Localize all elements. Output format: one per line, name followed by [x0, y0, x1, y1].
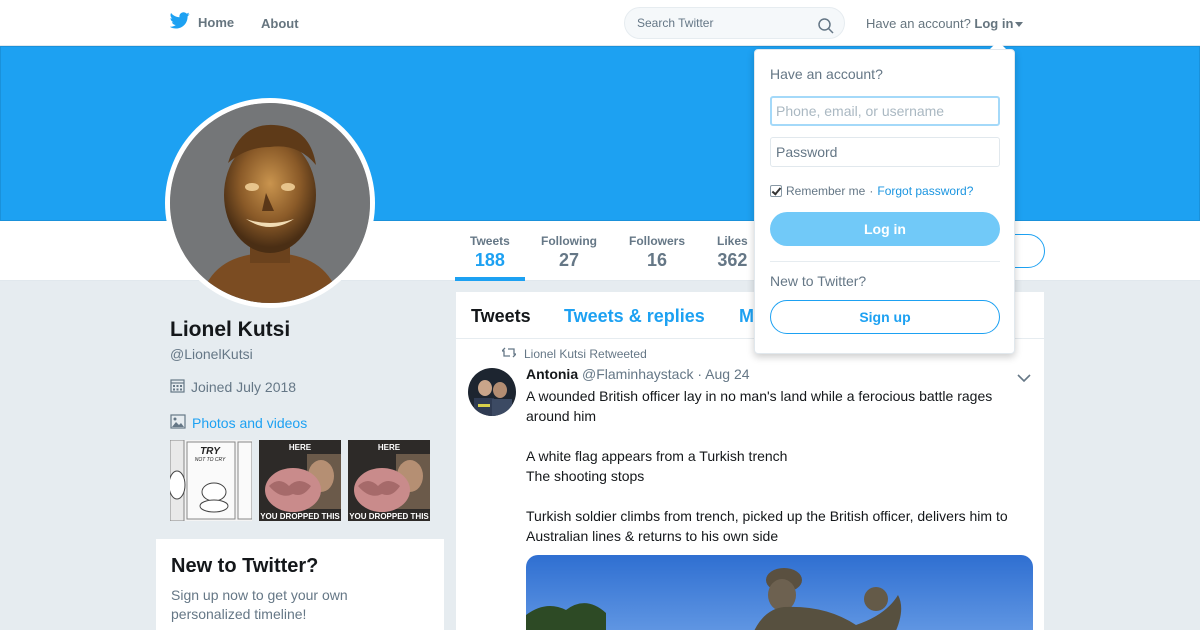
stat-value: 16: [646, 250, 668, 270]
photo-thumbnail[interactable]: TRY NOT TO CRY: [170, 440, 252, 521]
stat-followers[interactable]: Followers 16: [629, 234, 685, 271]
stat-label: Following: [541, 234, 597, 248]
search-placeholder: Search Twitter: [637, 16, 714, 30]
thumb-caption: HERE: [378, 443, 401, 452]
dropdown-arrow: [990, 41, 1006, 49]
caret-down-icon: [1015, 22, 1024, 28]
avatar-image: [170, 103, 370, 303]
stat-label: Tweets: [470, 234, 510, 248]
about-link[interactable]: About: [261, 16, 299, 31]
module-title: New to Twitter?: [171, 555, 319, 577]
tab-tweets[interactable]: Tweets: [471, 306, 531, 327]
home-label: Home: [198, 14, 235, 30]
tweet-text-line: Turkish soldier climbs from trench, pick…: [526, 508, 1008, 544]
retweet-context: Lionel Kutsi Retweeted: [500, 347, 647, 361]
thumb-caption: HERE: [289, 443, 312, 452]
module-text: Sign up now to get your own personalized…: [171, 587, 348, 622]
retweet-icon: [500, 347, 518, 361]
login-button[interactable]: Log in: [770, 212, 1000, 246]
thumb-caption: YOU DROPPED THIS: [349, 512, 429, 521]
login-label: Log in: [974, 16, 1014, 31]
stat-tweets[interactable]: Tweets 188: [470, 234, 510, 271]
tweet-text-line: [526, 426, 1026, 446]
new-to-twitter-module: New to Twitter? Sign up now to get your …: [156, 539, 444, 630]
dropdown-title: Have an account?: [770, 66, 883, 82]
remember-me-row: Remember me · Forgot password?: [770, 184, 973, 198]
divider: [770, 261, 1000, 262]
tweet-author-avatar[interactable]: [468, 368, 516, 416]
tweet-text-line: A white flag appears from a Turkish tren…: [526, 448, 788, 464]
calendar-icon: [170, 378, 185, 396]
photo-thumbnail[interactable]: HERE YOU DROPPED THIS: [259, 440, 341, 521]
tab-media[interactable]: M: [739, 306, 754, 327]
thumb-caption: NOT TO CRY: [195, 457, 226, 463]
stat-label: Likes: [717, 234, 748, 248]
thumb-caption: TRY: [200, 446, 221, 457]
password-placeholder: Password: [776, 144, 838, 160]
profile-avatar[interactable]: [165, 98, 375, 308]
stat-value: 188: [474, 250, 505, 270]
tweet-author-name[interactable]: Antonia: [526, 366, 578, 382]
stat-value: 362: [717, 250, 748, 270]
joined-date: Joined July 2018: [170, 378, 296, 396]
profile-handle[interactable]: @LionelKutsi: [170, 346, 253, 362]
home-link[interactable]: Home: [169, 12, 235, 32]
new-to-twitter-label: New to Twitter?: [770, 273, 867, 289]
thumb-caption: YOU DROPPED THIS: [260, 512, 340, 521]
active-stat-indicator: [455, 277, 525, 281]
stat-following[interactable]: Following 27: [541, 234, 597, 271]
search-input[interactable]: Search Twitter: [624, 7, 845, 39]
forgot-password-link[interactable]: Forgot password?: [877, 184, 973, 198]
tweet-media-image[interactable]: [526, 555, 1033, 630]
tweet-text-line: The shooting stops: [526, 468, 645, 484]
tweet-text: A wounded British officer lay in no man'…: [526, 386, 1026, 546]
twitter-bird-icon: [169, 12, 190, 32]
stat-value: 27: [558, 250, 580, 270]
separator-dot: ·: [869, 184, 874, 198]
tweet-header: Antonia @Flaminhaystack · Aug 24: [526, 366, 750, 382]
login-menu-toggle[interactable]: Have an account? Log in: [866, 16, 1024, 31]
image-icon: [170, 414, 186, 432]
have-account-text: Have an account?: [866, 16, 971, 31]
login-dropdown: Have an account? Phone, email, or userna…: [754, 49, 1015, 354]
remember-me-checkbox[interactable]: [770, 185, 782, 197]
profile-name: Lionel Kutsi: [170, 318, 291, 341]
photos-label: Photos and videos: [192, 415, 308, 431]
stat-label: Followers: [629, 234, 686, 248]
tweet-text-line: [526, 486, 1026, 506]
search-icon[interactable]: [818, 15, 834, 45]
remember-me-label[interactable]: Remember me: [786, 184, 865, 198]
tab-tweets-and-replies[interactable]: Tweets & replies: [564, 306, 705, 327]
tweet-date[interactable]: · Aug 24: [697, 366, 749, 382]
photo-thumbnail[interactable]: HERE YOU DROPPED THIS: [348, 440, 430, 521]
signup-button[interactable]: Sign up: [770, 300, 1000, 334]
joined-text: Joined July 2018: [191, 379, 297, 395]
top-navigation: Home About Search Twitter Have an accoun…: [0, 0, 1200, 46]
password-field[interactable]: Password: [770, 137, 1000, 167]
photo-thumbnails: TRY NOT TO CRY HERE YOU DROPPED THIS HER…: [170, 440, 430, 521]
retweet-context-text[interactable]: Lionel Kutsi Retweeted: [524, 347, 647, 361]
stat-likes[interactable]: Likes 362: [717, 234, 748, 271]
username-placeholder: Phone, email, or username: [776, 103, 945, 119]
username-field[interactable]: Phone, email, or username: [770, 96, 1000, 126]
tweet-text-line: A wounded British officer lay in no man'…: [526, 388, 993, 424]
photos-and-videos-link[interactable]: Photos and videos: [170, 414, 307, 432]
tweet-author-handle[interactable]: @Flaminhaystack: [582, 366, 693, 382]
